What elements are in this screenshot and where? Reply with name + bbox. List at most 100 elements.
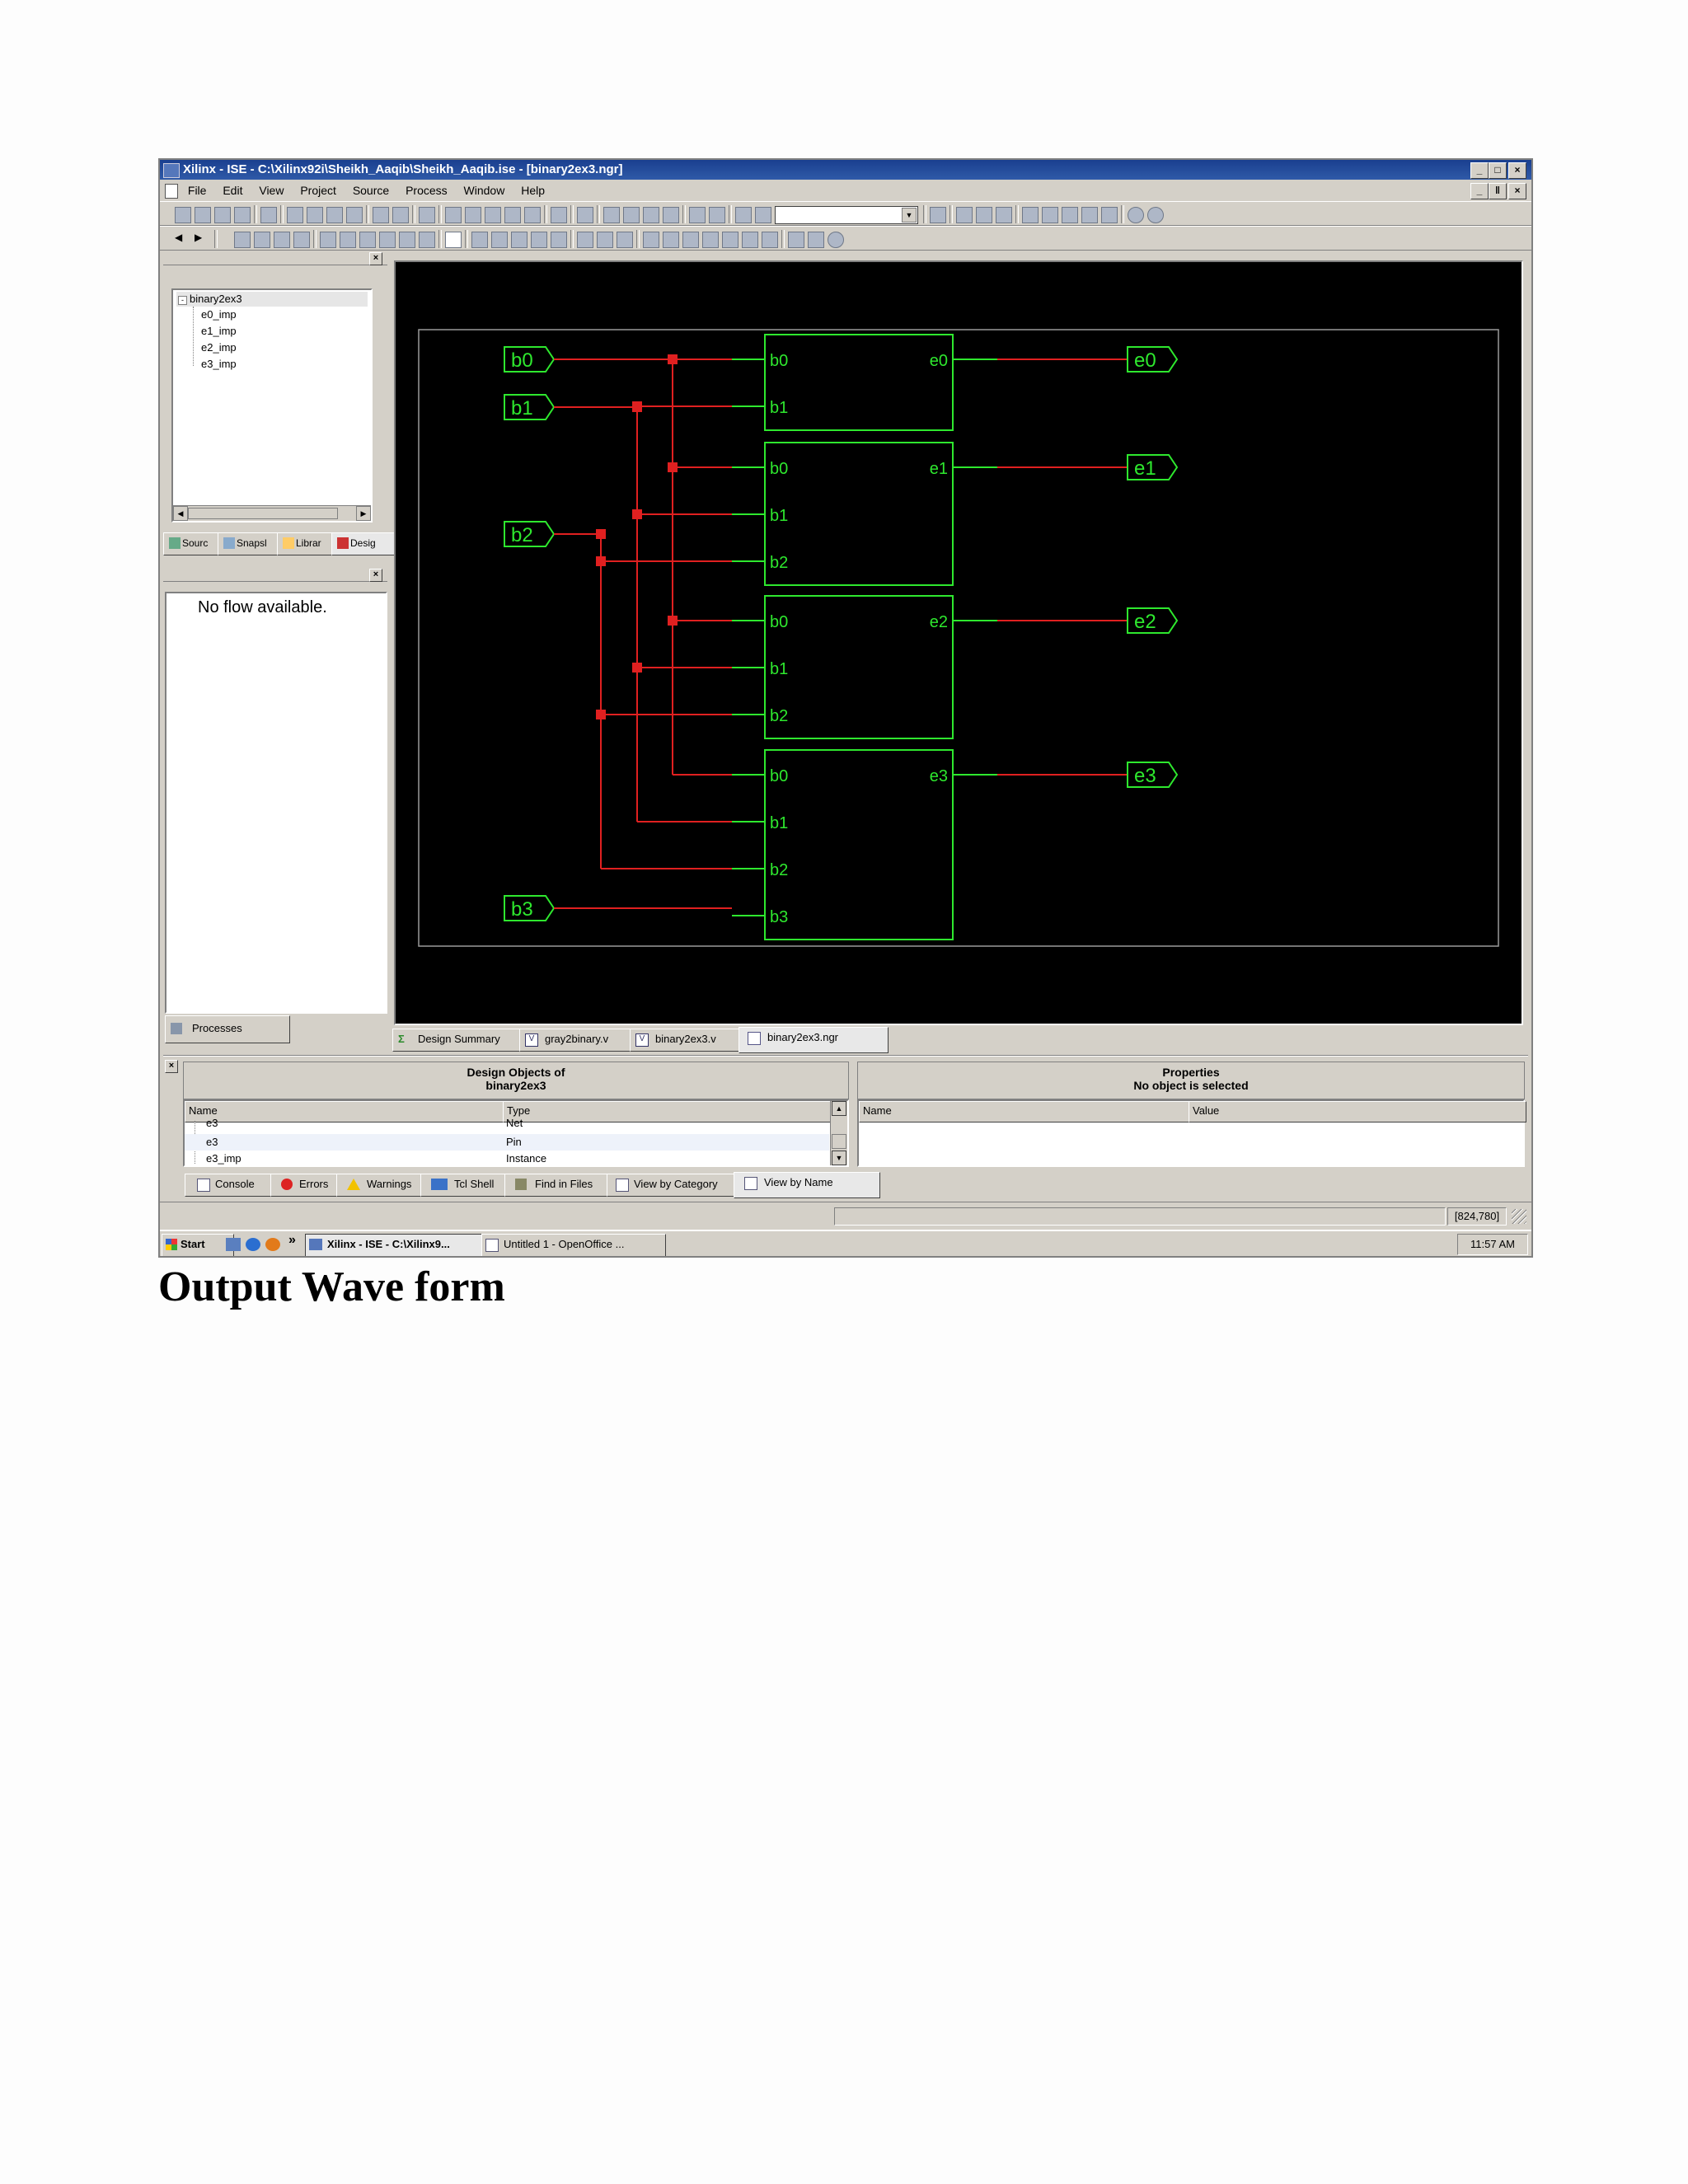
tree-item[interactable]: e3_imp (201, 356, 237, 373)
route3-icon[interactable] (1081, 207, 1098, 223)
symbol3-icon[interactable] (617, 232, 633, 248)
wand-icon[interactable] (577, 207, 593, 223)
align3-icon[interactable] (274, 232, 290, 248)
add-port-icon[interactable] (511, 232, 528, 248)
scroll-up-icon[interactable]: ▲ (832, 1101, 846, 1116)
zoom-select-icon[interactable] (524, 207, 541, 223)
start-button[interactable]: Start (162, 1234, 234, 1256)
add-wire-icon[interactable] (471, 232, 488, 248)
menu-file[interactable]: File (188, 184, 207, 197)
right-arrow-icon[interactable]: ▶ (195, 232, 209, 246)
zoom-in-icon[interactable] (445, 207, 462, 223)
new-file-icon[interactable] (175, 207, 191, 223)
save-all-icon[interactable] (234, 207, 251, 223)
firefox-icon[interactable] (265, 1238, 280, 1251)
doc-minimize-button[interactable]: _ (1470, 183, 1489, 199)
menu-window[interactable]: Window (464, 184, 505, 197)
doc-close-button[interactable]: × (1508, 183, 1526, 199)
cut-icon[interactable] (287, 207, 303, 223)
marker3-icon[interactable] (682, 232, 699, 248)
tab-binary2ex3-ngr[interactable]: binary2ex3.ngr (738, 1027, 889, 1053)
tile-horizontal-icon[interactable] (623, 207, 640, 223)
cascade-icon[interactable] (603, 207, 620, 223)
column-header-value[interactable]: Value (1189, 1101, 1526, 1122)
refresh-circle-icon[interactable] (828, 232, 844, 248)
hand-icon[interactable] (399, 232, 415, 248)
print-icon[interactable] (260, 207, 277, 223)
bottom-panel-close-button[interactable]: × (165, 1060, 178, 1073)
sources-close-button[interactable]: × (369, 252, 382, 265)
undo-icon[interactable] (373, 207, 389, 223)
route2-icon[interactable] (1062, 207, 1078, 223)
taskbar-button-openoffice[interactable]: Untitled 1 - OpenOffice ... (481, 1234, 666, 1256)
desktop-icon[interactable] (226, 1238, 241, 1251)
horizontal-scrollbar[interactable]: ◀ ▶ (173, 505, 371, 521)
scroll-right-icon[interactable]: ▶ (356, 506, 371, 521)
tree-item[interactable]: e1_imp (201, 323, 237, 340)
ie-icon[interactable] (246, 1238, 260, 1251)
doc-restore-button[interactable]: ǁ (1489, 183, 1507, 199)
symbol2-icon[interactable] (597, 232, 613, 248)
check-box-icon[interactable] (996, 207, 1012, 223)
window-icon[interactable] (663, 207, 679, 223)
back-circle-icon[interactable] (1128, 207, 1144, 223)
edit-icon[interactable] (976, 207, 992, 223)
copy-icon[interactable] (307, 207, 323, 223)
nav2-icon[interactable] (808, 232, 824, 248)
forward-circle-icon[interactable] (1147, 207, 1164, 223)
nav-icon[interactable] (788, 232, 804, 248)
processes-close-button[interactable]: × (369, 569, 382, 582)
marker7-icon[interactable] (762, 232, 778, 248)
zoom-full-icon[interactable] (504, 207, 521, 223)
redo-icon[interactable] (392, 207, 409, 223)
hierarchy2-icon[interactable] (379, 232, 396, 248)
lightbulb-icon[interactable] (930, 207, 946, 223)
menu-source[interactable]: Source (353, 184, 389, 197)
chevron-down-icon[interactable]: ▼ (902, 208, 917, 223)
marker2-icon[interactable] (663, 232, 679, 248)
symbol-icon[interactable] (577, 232, 593, 248)
taskbar-button-ise[interactable]: Xilinx - ISE - C:\Xilinx9... (305, 1234, 501, 1256)
marker5-icon[interactable] (722, 232, 738, 248)
zoom-fit-icon[interactable] (485, 207, 501, 223)
tab-processes[interactable]: Processes (165, 1015, 290, 1043)
schematic-svg[interactable]: b0 b1 b2 b3 b0 b1 e0 e0 b0 b1 b2 e1 e1 b0 b1 b2 e2 e2 b0 b1… (396, 262, 1522, 1024)
table-row[interactable]: e3 Pin (185, 1134, 829, 1151)
marker4-icon[interactable] (702, 232, 719, 248)
add-net-icon[interactable] (491, 232, 508, 248)
route4-icon[interactable] (1101, 207, 1118, 223)
open-folder-icon[interactable] (195, 207, 211, 223)
properties-icon[interactable] (956, 207, 973, 223)
refresh-icon[interactable] (551, 207, 567, 223)
align4-icon[interactable] (293, 232, 310, 248)
marker-icon[interactable] (643, 232, 659, 248)
left-arrow-icon[interactable]: ◀ (175, 232, 190, 246)
help-pointer-icon[interactable] (709, 207, 725, 223)
resize-grip[interactable] (1512, 1209, 1526, 1224)
menu-project[interactable]: Project (300, 184, 336, 197)
table-row[interactable]: e3 Net (185, 1119, 829, 1134)
menu-help[interactable]: Help (521, 184, 545, 197)
add-tap-icon[interactable] (551, 232, 567, 248)
scroll-left-icon[interactable]: ◀ (173, 506, 188, 521)
maximize-button[interactable]: □ (1489, 162, 1507, 179)
minimize-button[interactable]: _ (1470, 162, 1489, 179)
title-bar[interactable]: Xilinx - ISE - C:\Xilinx92i\Sheikh_Aaqib… (160, 160, 1531, 180)
tab-design[interactable]: Desig (331, 532, 404, 555)
column-header-name[interactable]: Name (859, 1101, 1193, 1122)
push-icon[interactable] (320, 232, 336, 248)
menu-process[interactable]: Process (406, 184, 448, 197)
save-icon[interactable] (214, 207, 231, 223)
check-icon[interactable] (419, 207, 435, 223)
settings-icon[interactable] (1022, 207, 1039, 223)
align2-icon[interactable] (254, 232, 270, 248)
scroll-thumb[interactable] (832, 1134, 846, 1149)
tile-vertical-icon[interactable] (643, 207, 659, 223)
tab-view-by-name[interactable]: View by Name (734, 1172, 880, 1198)
align-icon[interactable] (234, 232, 251, 248)
quicklaunch-chevron[interactable]: » (288, 1233, 296, 1248)
find-next-icon[interactable] (755, 207, 771, 223)
marker6-icon[interactable] (742, 232, 758, 248)
cancel-icon[interactable] (419, 232, 435, 248)
tree-item[interactable]: e2_imp (201, 340, 237, 356)
